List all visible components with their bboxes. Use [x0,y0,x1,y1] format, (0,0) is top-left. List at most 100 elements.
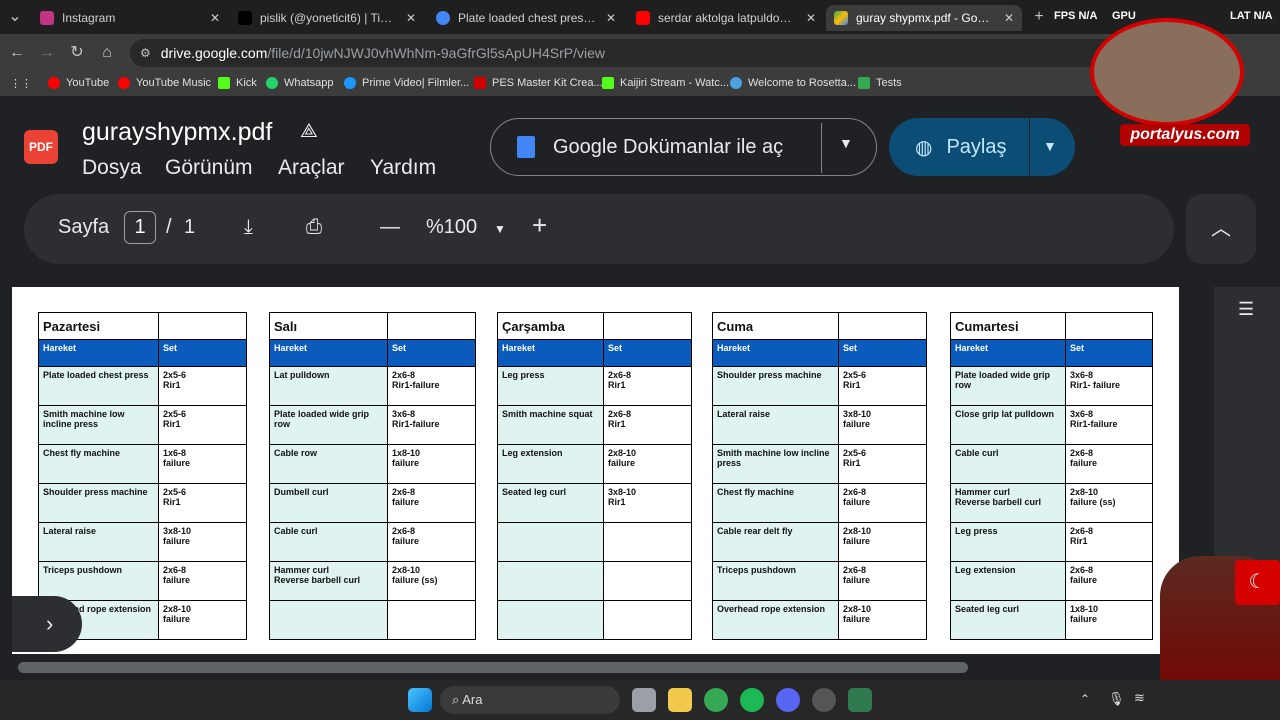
tab-google-drive[interactable]: guray shypmx.pdf - Google Drive ✕ [826,5,1022,31]
bookmark-pes-master[interactable]: PES Master Kit Crea... [474,77,603,89]
day-name: Cuma [712,312,839,340]
tab-tiktok[interactable]: pislik (@yoneticit6) | TikTok ✕ [230,5,424,31]
zoom-in-icon[interactable]: + [532,210,547,241]
prime-video-icon [344,77,356,89]
bookmark-kaijiri[interactable]: Kaijiri Stream - Watc... [602,77,729,89]
menu-view[interactable]: Görünüm [165,156,253,180]
search-icon: ⌕ [452,692,463,707]
column-header-set: Set [387,339,476,367]
home-icon[interactable]: ⌂ [96,42,118,64]
chrome-icon[interactable] [704,688,728,712]
spotify-icon[interactable] [740,688,764,712]
tab-title: guray shypmx.pdf - Google Drive [856,11,996,25]
whatsapp-icon [266,77,278,89]
empty-cell [1065,312,1153,340]
site-info-icon[interactable]: ⚙ [140,46,151,60]
set-cell: 2x5-6 Rir1 [158,366,247,406]
task-view-icon[interactable] [632,688,656,712]
menu-file[interactable]: Dosya [82,156,142,180]
column-header-set: Set [158,339,247,367]
pdf-file-icon: PDF [24,130,58,164]
chevron-down-icon[interactable]: ▼ [839,135,853,151]
bookmark-prime-video[interactable]: Prime Video| Filmler... [344,77,469,89]
chevron-right-icon: › [46,611,54,636]
exercise-cell: Cable curl [950,444,1066,484]
forward-icon[interactable]: → [36,42,58,64]
brand-logo: portalyus.com [1120,124,1250,146]
youtube-music-icon [118,77,130,89]
bookmark-whatsapp[interactable]: Whatsapp [266,77,334,89]
chevron-down-icon[interactable]: ▼ [1043,138,1057,154]
table-row: Chest fly machine 1x6-8 failure [38,444,247,484]
workout-table-5: Cumartesi Hareket Set Plate loaded wide gri… [950,312,1153,640]
bookmark-label: Kick [236,77,257,89]
close-tab-icon[interactable]: ✕ [606,11,616,25]
horizontal-scrollbar[interactable] [18,662,968,673]
table-row: Leg extension 2x8-10 failure [497,444,692,484]
exercise-cell: Plate loaded chest press [38,366,159,406]
bookmark-youtube[interactable]: YouTube [48,77,109,89]
tray-overflow-icon[interactable]: ⌃ [1080,692,1090,706]
close-tab-icon[interactable]: ✕ [806,11,816,25]
share-button[interactable]: ◍ Paylaş ▼ [889,118,1075,176]
page-label: Sayfa [58,216,110,238]
turkish-flag-icon: ☾ [1235,560,1280,605]
menu-tools[interactable]: Araçlar [278,156,345,180]
new-tab-icon[interactable]: + [1028,6,1050,28]
sheets-icon [858,77,870,89]
add-shortcut-icon[interactable]: ⟁ [300,120,318,143]
youtube-icon [636,11,650,25]
zoom-dropdown-icon[interactable]: ▼ [494,222,506,236]
menu-help[interactable]: Yardım [370,156,436,180]
day-name: Pazartesi [38,312,159,340]
back-icon[interactable]: ← [6,42,28,64]
apps-icon[interactable]: ⋮⋮ [10,77,32,90]
print-icon[interactable]: ⎙ [306,216,322,239]
windows-start-icon[interactable] [408,688,432,712]
discord-icon[interactable] [776,688,800,712]
collapse-header-button[interactable]: ︿ [1186,194,1256,264]
taskbar-search[interactable]: ⌕ Ara [440,686,620,714]
file-explorer-icon[interactable] [668,688,692,712]
set-cell: 3x6-8 Rir1-failure [1065,405,1153,445]
sidebar-toggle-button[interactable]: › [12,596,82,652]
column-header-exercise: Hareket [38,339,159,367]
bookmark-youtube-music[interactable]: YouTube Music [118,77,211,89]
list-menu-icon[interactable]: ☰ [1238,299,1254,320]
exercise-cell: Plate loaded wide grip row [269,405,388,445]
microphone-icon[interactable]: 🎙 [1108,691,1125,707]
hud-lat-value: N/A [1253,10,1273,22]
hud-lat: LAT N/A [1230,10,1273,22]
download-icon[interactable]: ⤓ [244,216,253,239]
bookmark-kick[interactable]: Kick [218,77,257,89]
obs-icon[interactable] [812,688,836,712]
close-tab-icon[interactable]: ✕ [210,11,220,25]
workout-table-2: Salı Hareket Set Lat pulldown 2x6-8 Rir1-fail… [269,312,476,640]
address-bar[interactable]: ⚙ drive.google.com /file/d/10jwNJWJ0vhWh… [130,39,1140,67]
tab-google-search[interactable]: Plate loaded chest press - Goog ✕ [428,5,624,31]
tab-search-icon[interactable]: ⌄ [4,6,26,28]
tab-youtube[interactable]: serdar aktolga latpuldown - You ✕ [628,5,824,31]
reload-icon[interactable]: ↻ [66,42,88,64]
app-icon[interactable] [848,688,872,712]
youtube-icon [48,77,60,89]
close-tab-icon[interactable]: ✕ [1004,11,1014,25]
table-row: Triceps pushdown 2x6-8 failure [38,561,247,601]
close-tab-icon[interactable]: ✕ [406,11,416,25]
open-with-docs-button[interactable]: Google Dokümanlar ile aç ▼ [490,118,877,176]
google-icon [436,11,450,25]
workout-table-3: Çarşamba Hareket Set Leg press 2x6-8 Rir1 Smit… [497,312,692,640]
bookmark-rosetta[interactable]: Welcome to Rosetta... [730,77,856,89]
tab-title: serdar aktolga latpuldown - You [658,11,798,25]
wifi-icon[interactable]: ≋ [1134,690,1145,706]
workout-table-1: Pazartesi Hareket Set Plate loaded chest pr… [38,312,247,640]
table-row: Dumbell curl 2x6-8 failure [269,483,476,523]
zoom-out-icon[interactable]: — [380,216,400,239]
exercise-cell: Chest fly machine [712,483,839,523]
zoom-level[interactable]: %100 [426,216,477,239]
page-number-input[interactable]: 1 [124,211,156,244]
bookmarks-bar: ⋮⋮ YouTube YouTube Music Kick Whatsapp P… [0,72,1280,96]
tab-instagram[interactable]: Instagram ✕ [32,5,228,31]
empty-cell [158,312,247,340]
bookmark-tests[interactable]: Tests [858,77,902,89]
